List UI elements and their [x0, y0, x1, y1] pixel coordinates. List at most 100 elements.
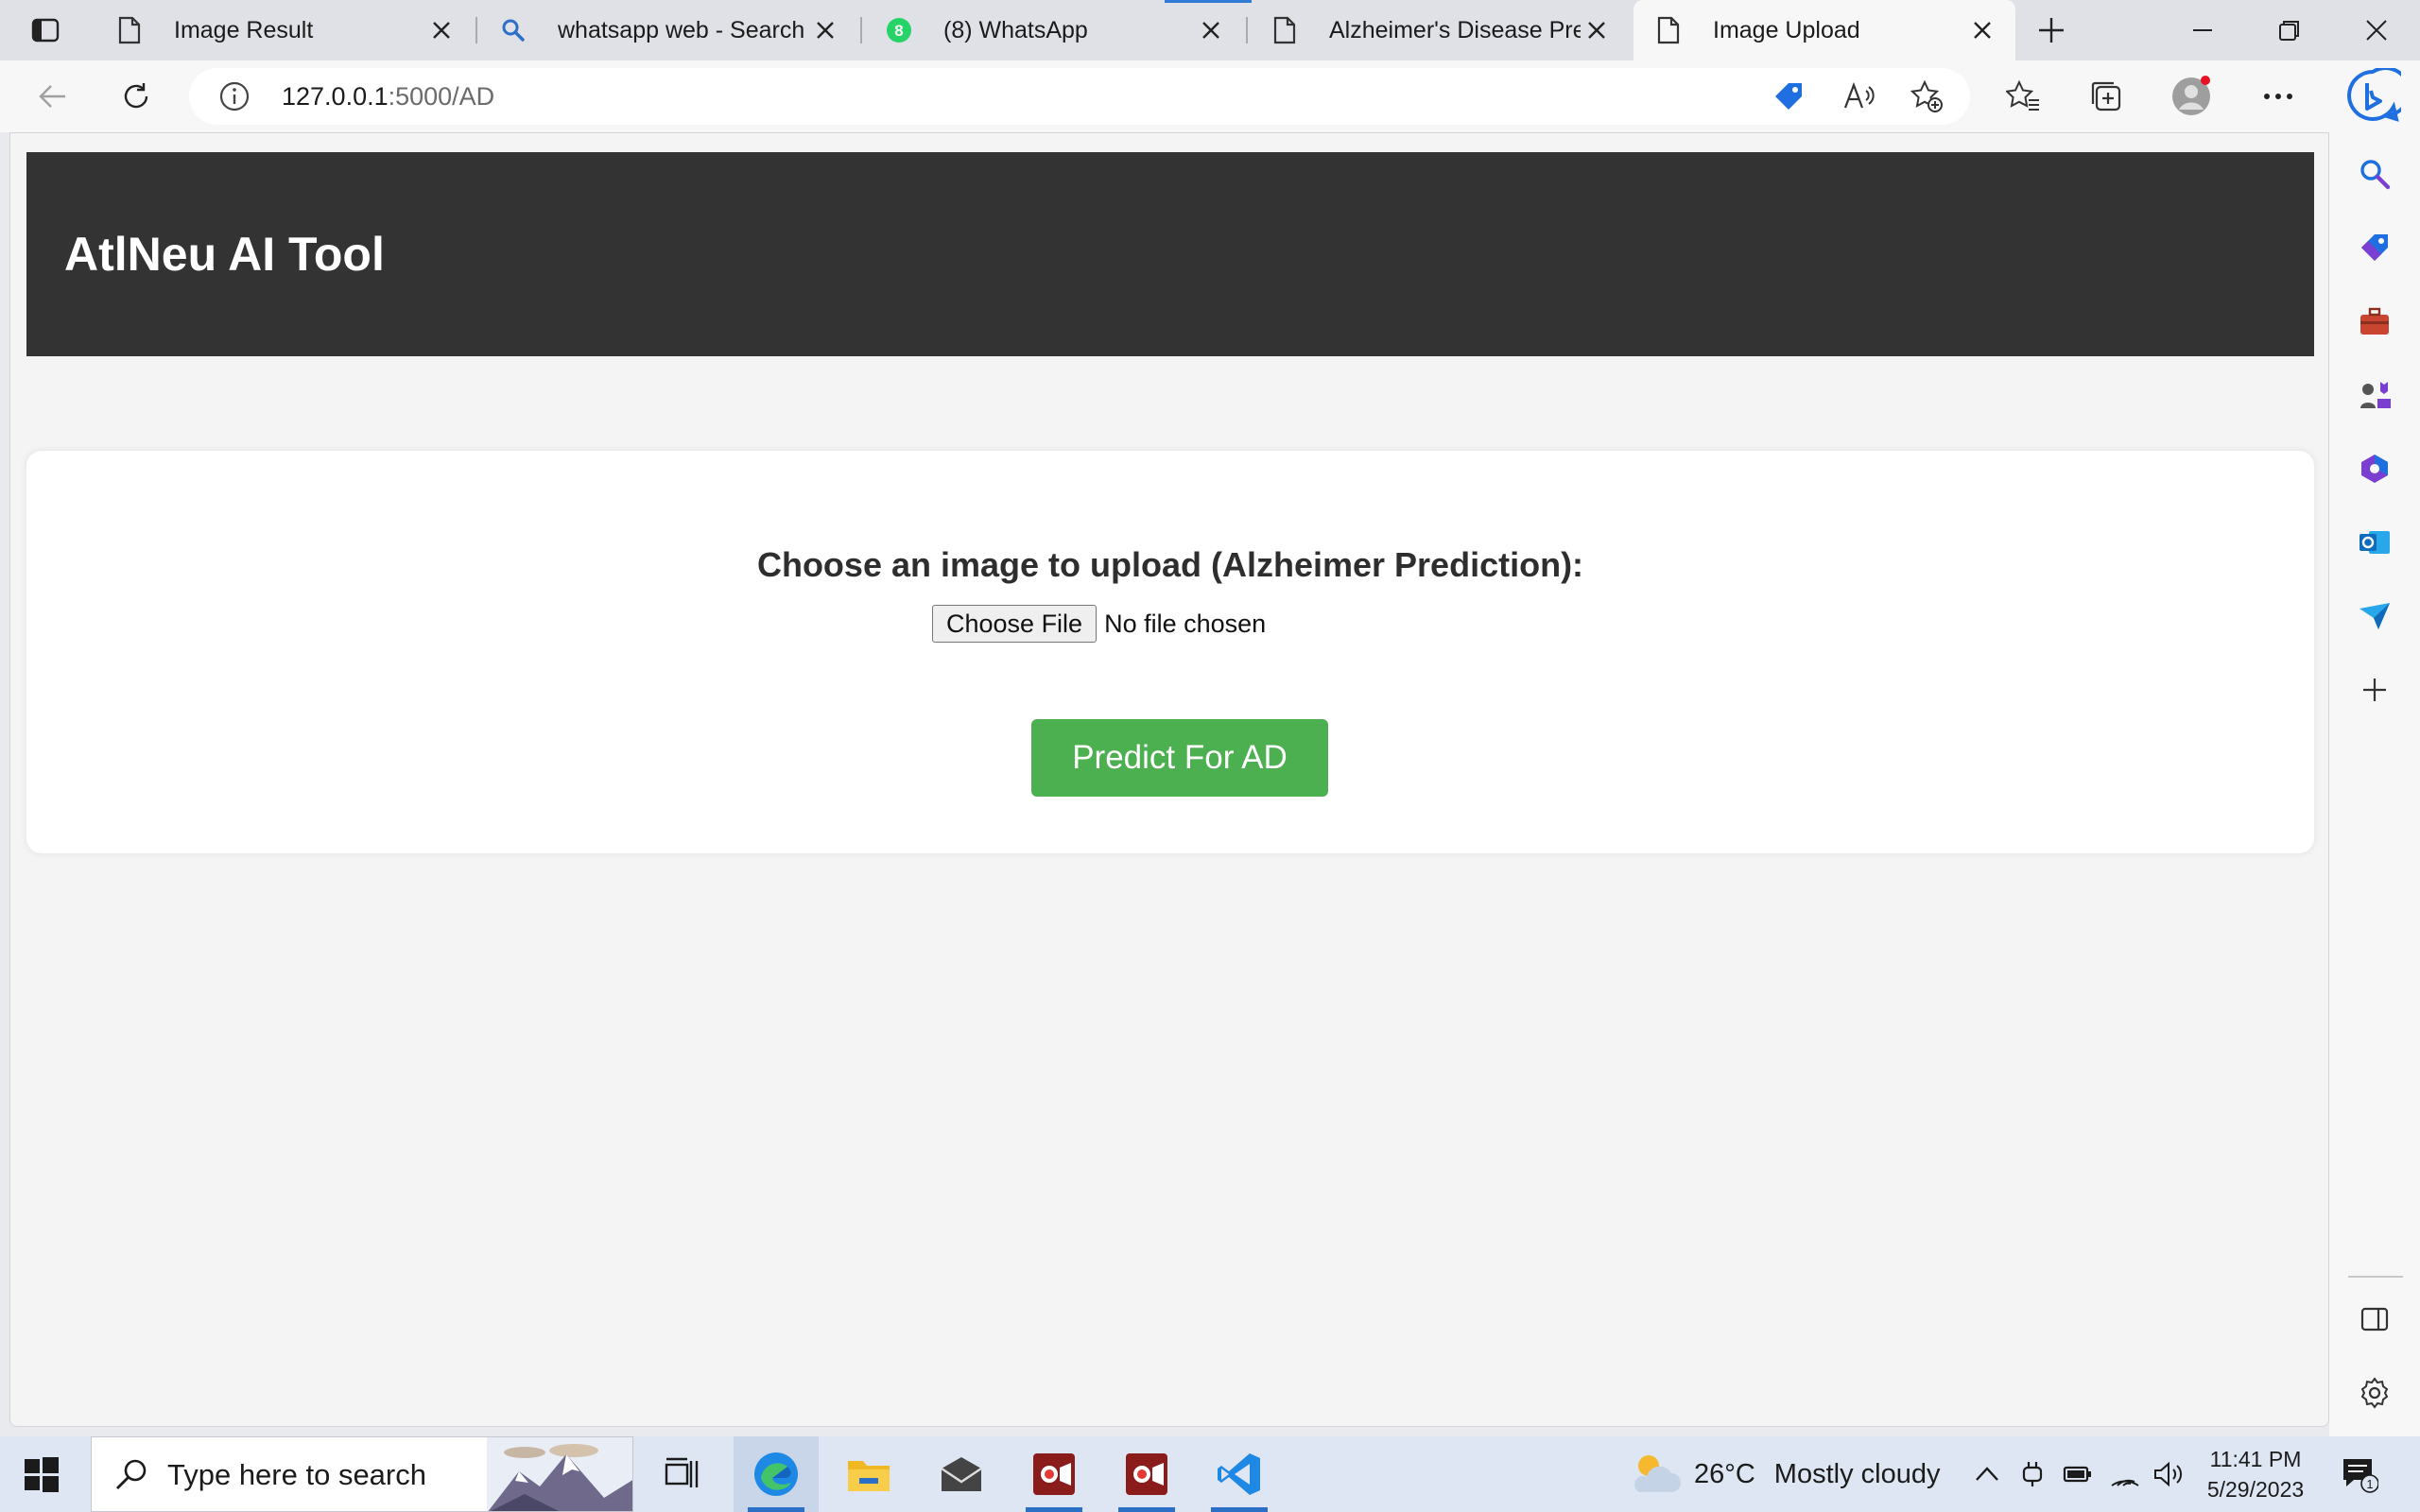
read-aloud-icon[interactable] [1841, 79, 1876, 113]
tab-alzheimers-disease[interactable]: Alzheimer's Disease Predic [1250, 0, 1630, 60]
notification-count: 1 [2366, 1477, 2373, 1491]
chevron-up-icon [1976, 1467, 1998, 1481]
windows-start-icon[interactable] [23, 1455, 60, 1493]
collections-icon [2091, 81, 2121, 112]
sidebar-games-icon[interactable] [2356, 376, 2394, 414]
file-input[interactable]: Choose File No file chosen [932, 604, 1266, 644]
search-icon [116, 1459, 147, 1489]
refresh-button[interactable] [113, 74, 159, 119]
tab-title: Image Upload [1713, 16, 1860, 43]
taskbar-edge[interactable] [734, 1436, 819, 1512]
edge-sidebar [2329, 132, 2420, 1436]
site-header: AtlNeu AI Tool [26, 152, 2314, 356]
whatsapp-badge-count: 8 [894, 22, 903, 40]
minimize-icon [2193, 29, 2212, 31]
page-icon [113, 14, 146, 46]
sidebar-outlook-icon[interactable] [2356, 524, 2394, 561]
taskbar-screen-recorder-2[interactable] [1104, 1436, 1189, 1512]
upload-card: Choose an image to upload (Alzheimer Pre… [26, 451, 2314, 853]
favorites-button[interactable] [2000, 74, 2046, 119]
sidebar-layout-icon[interactable] [2356, 1300, 2394, 1338]
show-hidden-icons-button[interactable] [1968, 1455, 2006, 1493]
sidebar-office-icon[interactable] [2356, 450, 2394, 488]
clock-date: 5/29/2023 [2206, 1477, 2305, 1502]
tab-image-upload[interactable]: Image Upload [1634, 0, 2015, 60]
taskbar-vscode[interactable] [1197, 1436, 1282, 1512]
tab-whatsapp-search[interactable]: whatsapp web - Search [478, 0, 858, 60]
sidebar-shopping-icon[interactable] [2356, 229, 2394, 266]
collections-button[interactable] [2083, 74, 2129, 119]
clock-time: 11:41 PM [2209, 1447, 2302, 1471]
sidebar-tools-icon[interactable] [2356, 302, 2394, 340]
bing-icon [2347, 68, 2401, 122]
taskbar-clock[interactable]: 11:41 PM 5/29/2023 [2189, 1444, 2322, 1504]
wifi-icon [2111, 1479, 2139, 1486]
notification-center-button[interactable]: 1 [2341, 1455, 2378, 1493]
weather-widget[interactable]: 26°C Mostly cloudy [1628, 1436, 1940, 1512]
add-favorite-icon[interactable] [1910, 79, 1944, 113]
choose-file-button[interactable]: Choose File [932, 605, 1098, 643]
taskbar-search-placeholder: Type here to search [167, 1458, 426, 1491]
plus-icon [2039, 18, 2064, 43]
sidebar-search-icon[interactable] [2356, 155, 2394, 193]
close-tab-icon[interactable] [809, 14, 841, 46]
close-tab-icon[interactable] [425, 14, 458, 46]
more-icon [2264, 94, 2292, 99]
settings-more-button[interactable] [2256, 74, 2301, 119]
taskbar-search-box[interactable]: Type here to search [91, 1436, 633, 1512]
partly-cloudy-icon [1634, 1455, 1681, 1492]
close-window-button[interactable] [2333, 0, 2420, 60]
close-icon [2366, 20, 2387, 41]
tray-network[interactable] [2106, 1455, 2144, 1493]
weather-temperature: 26°C [1694, 1458, 1755, 1489]
predict-button[interactable]: Predict For AD [1031, 719, 1328, 797]
new-tab-button[interactable] [2031, 9, 2072, 51]
notification-icon: 1 [2343, 1459, 2378, 1493]
screen-recorder-icon [1126, 1453, 1167, 1495]
taskbar-mail[interactable] [919, 1436, 1004, 1512]
vscode-icon [1218, 1453, 1260, 1495]
taskbar-file-explorer[interactable] [826, 1436, 911, 1512]
sidebar-settings-icon[interactable] [2356, 1374, 2394, 1412]
bing-chat-button[interactable] [2344, 68, 2401, 125]
shopping-tag-icon[interactable] [1772, 79, 1806, 113]
tab-divider [1246, 17, 1248, 43]
tab-title: (8) WhatsApp [943, 16, 1088, 43]
sidebar-send-icon[interactable] [2356, 597, 2394, 635]
site-info-icon[interactable] [217, 79, 251, 113]
tab-image-result[interactable]: Image Result [95, 0, 475, 60]
taskbar-screen-recorder-1[interactable] [1011, 1436, 1097, 1512]
back-button[interactable] [30, 74, 76, 119]
tab-title: Alzheimer's Disease Predic [1329, 16, 1581, 43]
url-text[interactable]: 127.0.0.1:5000/AD [282, 82, 494, 112]
close-tab-icon[interactable] [1966, 14, 1998, 46]
sidebar-add-icon[interactable] [2356, 671, 2394, 709]
task-view-icon [665, 1457, 699, 1487]
restore-button[interactable] [2246, 0, 2333, 60]
tab-loading-indicator [1165, 0, 1252, 3]
file-status-text: No file chosen [1104, 609, 1267, 638]
tab-whatsapp[interactable]: 8 (8) WhatsApp [864, 0, 1244, 60]
close-tab-icon[interactable] [1195, 14, 1227, 46]
refresh-icon [124, 83, 148, 109]
tray-battery[interactable] [2059, 1455, 2097, 1493]
close-tab-icon[interactable] [1581, 14, 1613, 46]
tab-actions-button[interactable] [0, 0, 91, 60]
upload-label: Choose an image to upload (Alzheimer Pre… [756, 545, 1584, 584]
browser-toolbar: 127.0.0.1:5000/AD [0, 60, 2420, 132]
speaker-icon [2154, 1461, 2183, 1487]
url-host: 127.0.0.1 [282, 82, 389, 111]
favorites-icon [2006, 79, 2039, 111]
folder-icon [848, 1461, 890, 1491]
tray-volume[interactable] [2150, 1455, 2187, 1493]
sidebar-divider [2348, 1276, 2403, 1278]
back-arrow-icon [39, 85, 65, 108]
search-icon [497, 14, 529, 46]
profile-button[interactable] [2169, 74, 2214, 119]
tray-meet-now[interactable] [2014, 1455, 2051, 1493]
minimize-button[interactable] [2159, 0, 2246, 60]
task-view-button[interactable] [639, 1436, 724, 1512]
address-bar[interactable]: 127.0.0.1:5000/AD [189, 68, 1970, 125]
edge-icon [754, 1452, 798, 1496]
battery-icon [2063, 1466, 2091, 1483]
